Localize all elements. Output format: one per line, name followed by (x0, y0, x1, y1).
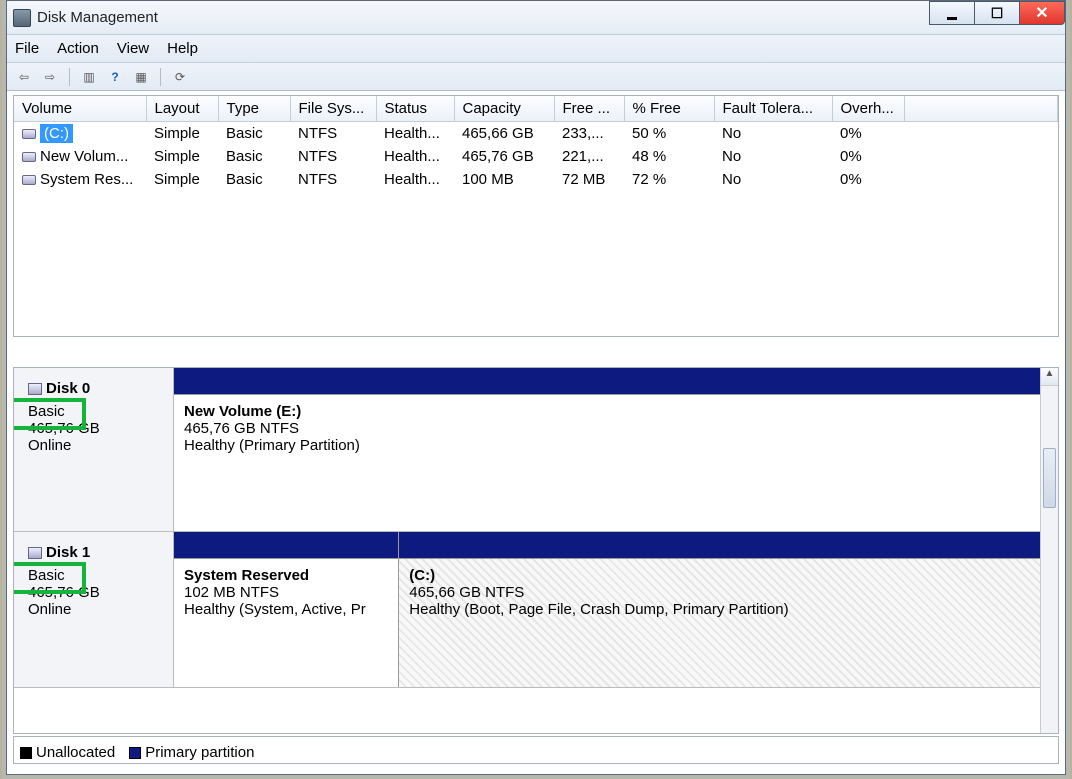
col-filesys[interactable]: File Sys... (290, 96, 376, 122)
disk-row: Disk 1 Basic 465,76 GB Online System Res… (14, 532, 1040, 688)
disk-info[interactable]: Disk 1 Basic 465,76 GB Online (14, 532, 174, 687)
window-title: Disk Management (37, 9, 158, 26)
scroll-thumb[interactable] (1043, 448, 1056, 508)
disk-row: Disk 0 Basic 465,76 GB Online New Volume… (14, 368, 1040, 532)
disk-partitions: System Reserved102 MB NTFSHealthy (Syste… (174, 532, 1040, 687)
menu-action[interactable]: Action (57, 40, 99, 57)
help-icon[interactable]: ? (104, 67, 126, 87)
disk-management-window: Disk Management File Action View Help ⇦ … (6, 0, 1066, 775)
maximize-button[interactable] (974, 1, 1020, 25)
col-fault[interactable]: Fault Tolera... (714, 96, 832, 122)
menu-help[interactable]: Help (167, 40, 198, 57)
refresh-icon[interactable]: ⟳ (169, 67, 191, 87)
col-free[interactable]: Free ... (554, 96, 624, 122)
partition-body[interactable]: New Volume (E:)465,76 GB NTFSHealthy (Pr… (174, 394, 1040, 531)
partition-body[interactable]: (C:)465,66 GB NTFSHealthy (Boot, Page Fi… (399, 558, 1040, 687)
col-overhead[interactable]: Overh... (832, 96, 904, 122)
legend-unallocated: Unallocated (20, 744, 115, 761)
disk-info[interactable]: Disk 0 Basic 465,76 GB Online (14, 368, 174, 531)
menu-file[interactable]: File (15, 40, 39, 57)
disk-graphical-view: Disk 0 Basic 465,76 GB Online New Volume… (13, 367, 1059, 734)
partition-header (399, 532, 1040, 558)
properties-icon[interactable]: ▥ (78, 67, 100, 87)
swatch-navy-icon (129, 747, 141, 759)
partition[interactable]: (C:)465,66 GB NTFSHealthy (Boot, Page Fi… (399, 532, 1040, 687)
close-button[interactable] (1019, 1, 1065, 25)
volume-icon (22, 152, 36, 162)
menu-view[interactable]: View (117, 40, 149, 57)
window-buttons (930, 1, 1065, 25)
column-headers[interactable]: Volume Layout Type File Sys... Status Ca… (14, 96, 1058, 122)
toolbar-separator (69, 68, 70, 86)
volume-row[interactable]: System Res...SimpleBasicNTFSHealth...100… (14, 168, 1058, 191)
col-layout[interactable]: Layout (146, 96, 218, 122)
partition-body[interactable]: System Reserved102 MB NTFSHealthy (Syste… (174, 558, 398, 687)
partition[interactable]: System Reserved102 MB NTFSHealthy (Syste… (174, 532, 399, 687)
disk-icon (28, 547, 42, 559)
forward-button[interactable]: ⇨ (39, 67, 61, 87)
swatch-black-icon (20, 747, 32, 759)
back-button[interactable]: ⇦ (13, 67, 35, 87)
col-type[interactable]: Type (218, 96, 290, 122)
partition-header (174, 368, 1040, 394)
col-volume[interactable]: Volume (14, 96, 146, 122)
col-status[interactable]: Status (376, 96, 454, 122)
disk-partitions: New Volume (E:)465,76 GB NTFSHealthy (Pr… (174, 368, 1040, 531)
legend: Unallocated Primary partition (13, 736, 1059, 764)
view-icon[interactable]: ▦ (130, 67, 152, 87)
col-pctfree[interactable]: % Free (624, 96, 714, 122)
app-icon (13, 9, 31, 27)
minimize-button[interactable] (929, 1, 975, 25)
volume-icon (22, 175, 36, 185)
volume-list[interactable]: Volume Layout Type File Sys... Status Ca… (13, 95, 1059, 337)
toolbar: ⇦ ⇨ ▥ ? ▦ ⟳ (7, 63, 1065, 91)
legend-primary: Primary partition (129, 744, 254, 761)
col-spacer (904, 96, 1058, 122)
col-capacity[interactable]: Capacity (454, 96, 554, 122)
volume-icon (22, 129, 36, 139)
volume-row[interactable]: New Volum...SimpleBasicNTFSHealth...465,… (14, 145, 1058, 168)
partition-header (174, 532, 398, 558)
vertical-scrollbar[interactable]: ▲ (1040, 368, 1058, 733)
disk-icon (28, 383, 42, 395)
scroll-up-icon[interactable]: ▲ (1041, 368, 1058, 386)
titlebar[interactable]: Disk Management (7, 1, 1065, 35)
menubar: File Action View Help (7, 35, 1065, 63)
partition[interactable]: New Volume (E:)465,76 GB NTFSHealthy (Pr… (174, 368, 1040, 531)
toolbar-separator (160, 68, 161, 86)
volume-row[interactable]: (C:)SimpleBasicNTFSHealth...465,66 GB233… (14, 122, 1058, 146)
